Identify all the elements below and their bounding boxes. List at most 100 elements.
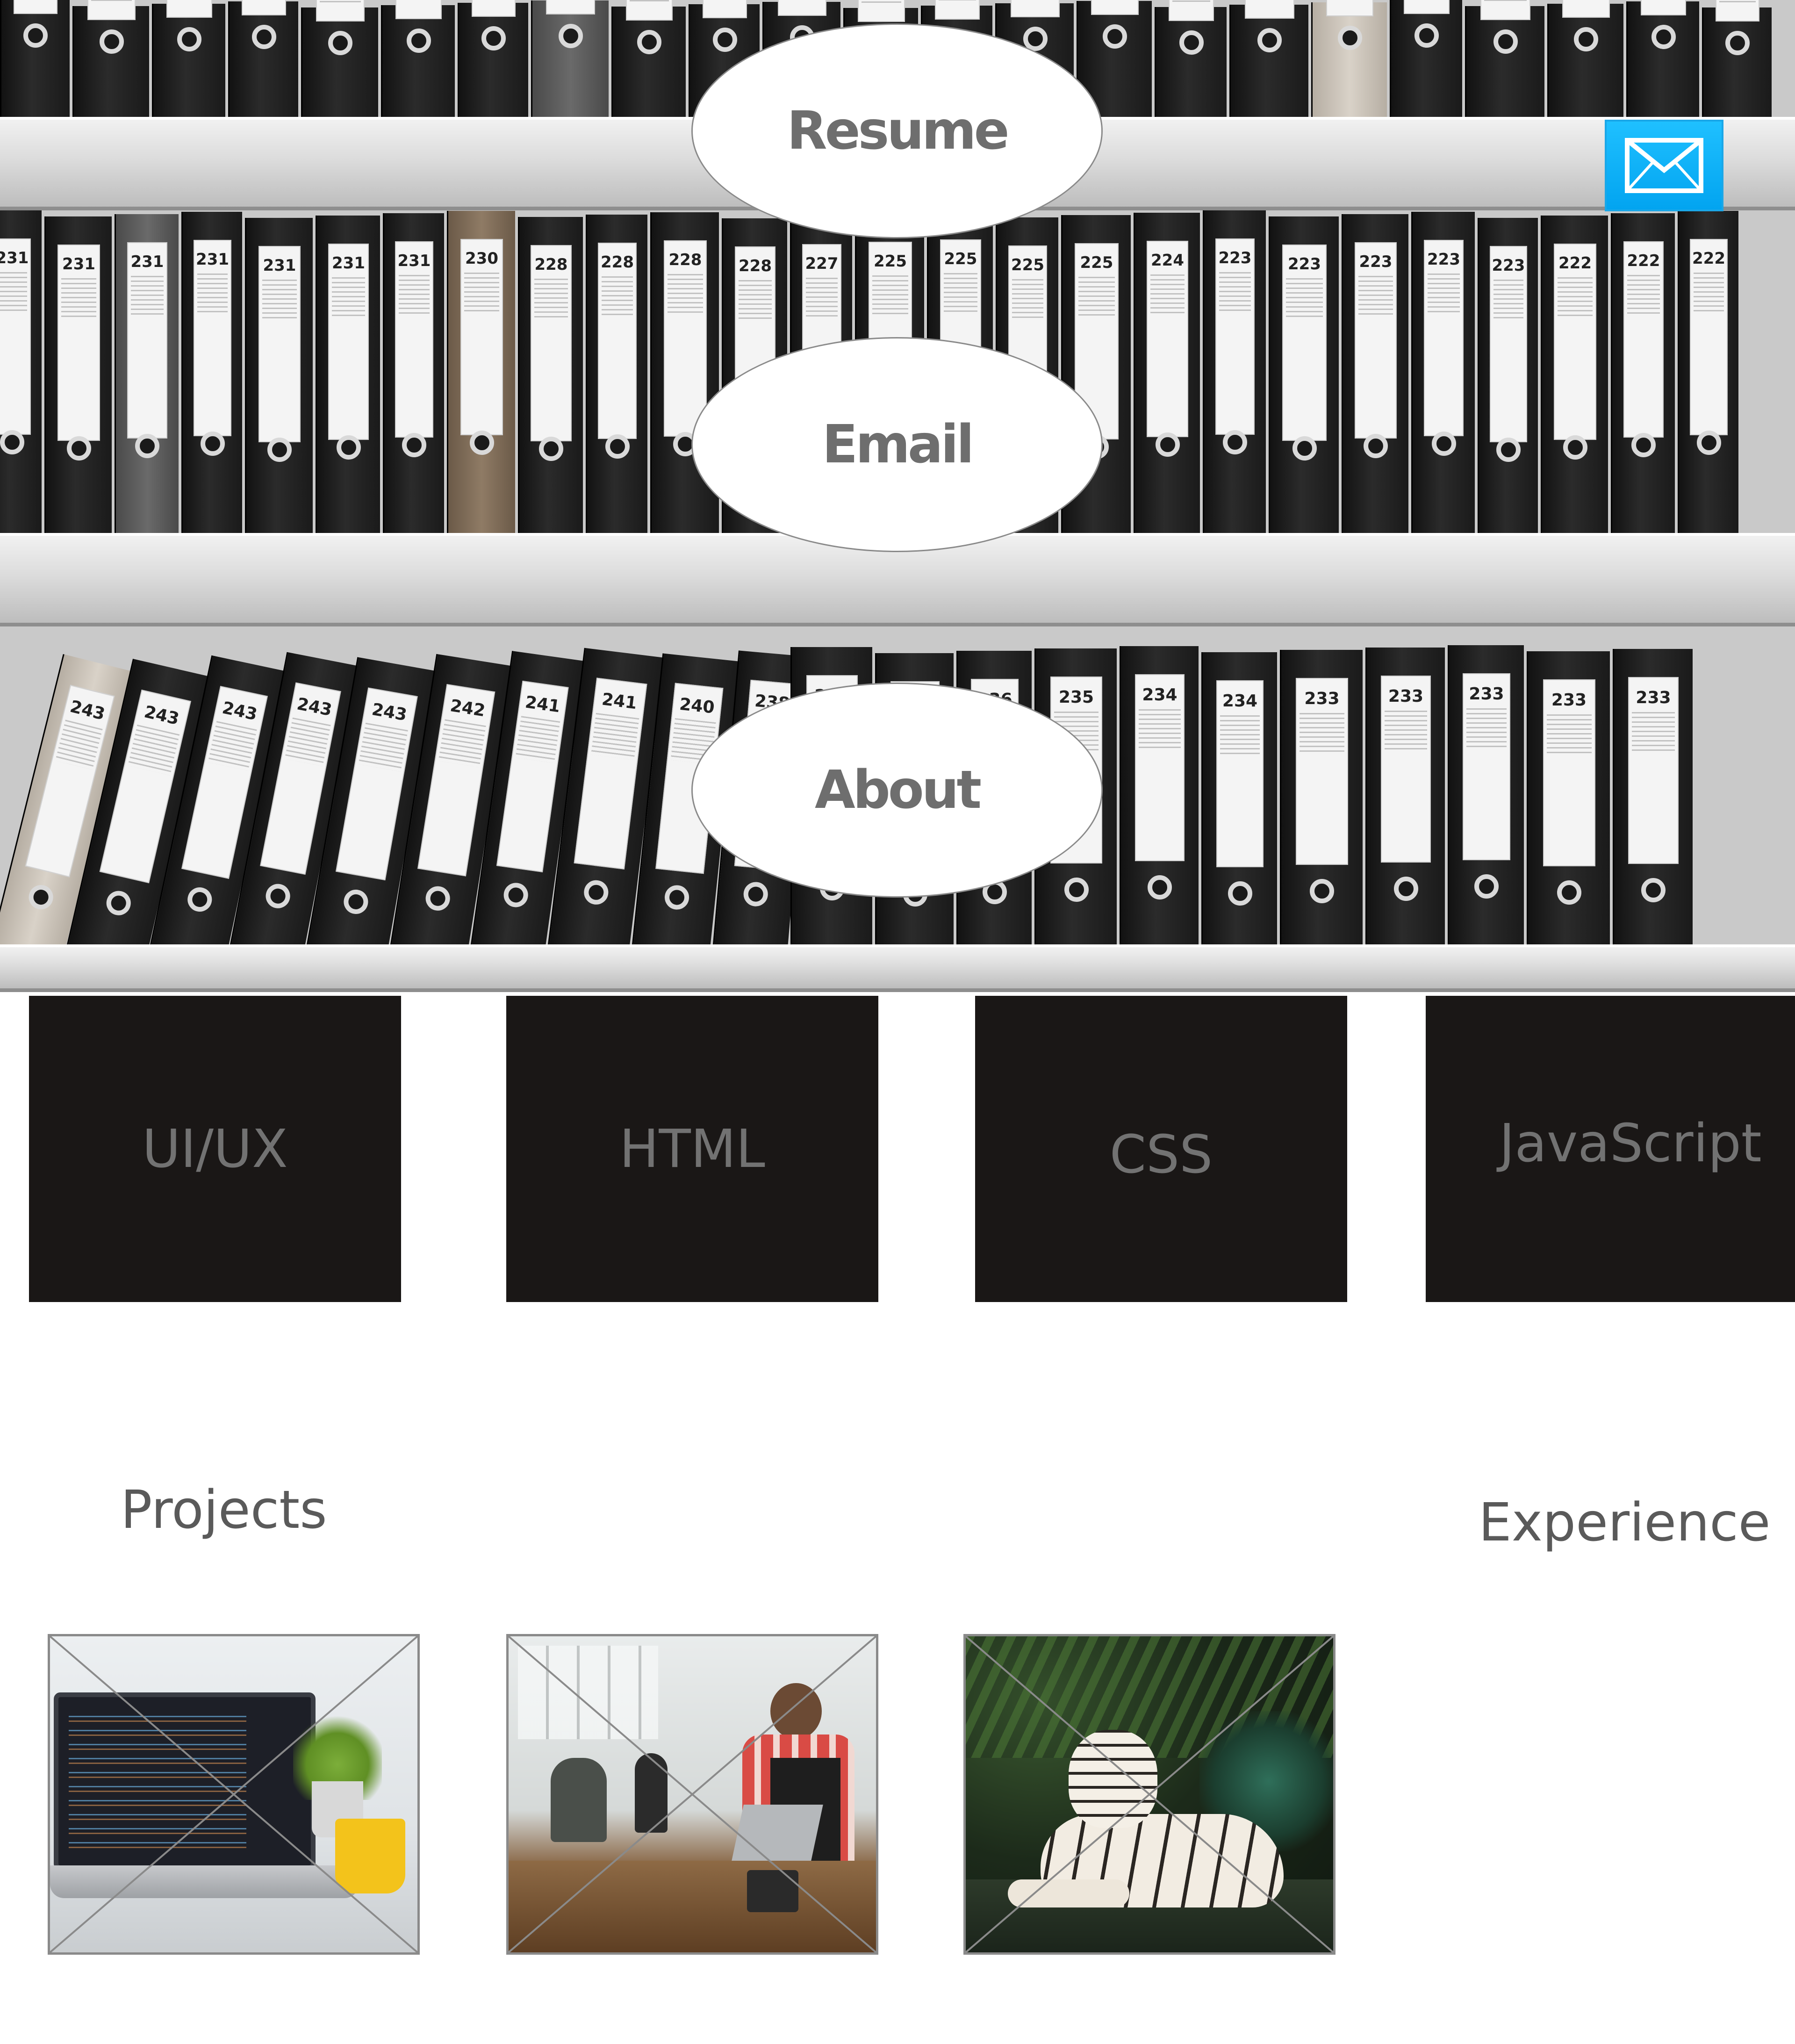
binder-spine — [611, 0, 686, 117]
binder-ring — [663, 884, 690, 911]
about-nav-label: About — [814, 760, 982, 820]
binder-label — [858, 0, 905, 22]
binder-spine: 233 — [1613, 649, 1693, 944]
binder-ring — [424, 884, 452, 913]
binder-ring — [200, 432, 225, 456]
binder-label: 231 — [328, 244, 369, 440]
binder-label: 222 — [1689, 239, 1728, 435]
envelope-icon — [1625, 138, 1703, 193]
binder-ring — [263, 882, 292, 911]
skill-label: UI/UX — [142, 1118, 288, 1180]
binder-label — [1091, 0, 1139, 15]
binder-label: 230 — [460, 239, 503, 435]
project-card-tiger[interactable] — [963, 1634, 1335, 1955]
binder-label: 234 — [1134, 674, 1185, 861]
binder-spine: 223 — [1411, 212, 1475, 533]
binder-label — [395, 0, 442, 19]
binder-ring — [558, 24, 583, 48]
binder-ring — [1563, 435, 1587, 460]
binder-spine: 224 — [1134, 213, 1200, 533]
binder-ring — [342, 887, 370, 916]
binder-spine: 231 — [383, 213, 444, 533]
binder-spine: 228 — [586, 215, 647, 533]
binder-spine — [531, 0, 609, 117]
binder-label: 231 — [57, 245, 100, 441]
binder-ring — [1725, 31, 1750, 55]
project-card-cafe[interactable] — [506, 1634, 878, 1955]
binder-spine: 234 — [1120, 646, 1199, 944]
binder-label: 228 — [598, 243, 637, 439]
binder-spine: 231 — [44, 216, 112, 533]
binder-ring — [502, 881, 530, 909]
about-nav-button[interactable]: About — [691, 683, 1103, 898]
binder-label: 222 — [1623, 241, 1664, 438]
binder-ring — [1574, 27, 1598, 51]
binder-label: 233 — [1381, 676, 1431, 863]
binder-ring — [1496, 438, 1521, 462]
binder-label — [1480, 0, 1530, 20]
binder-spine — [228, 0, 298, 117]
binder-ring — [1310, 879, 1334, 903]
binder-spine — [1626, 0, 1699, 117]
binder-label: 223 — [1355, 242, 1397, 439]
binder-ring — [406, 29, 431, 53]
binder-spine: 231 — [0, 210, 42, 533]
binder-spine — [1702, 0, 1772, 117]
binder-label — [166, 0, 213, 18]
binder-spine: 233 — [1448, 645, 1524, 944]
binder-spine: 222 — [1678, 211, 1738, 533]
binder-label: 233 — [1462, 673, 1511, 860]
binder-spine: 231 — [245, 218, 313, 533]
skill-tile-html[interactable]: HTML — [506, 996, 878, 1302]
binder-ring — [539, 437, 563, 461]
skill-tile-css[interactable]: CSS — [975, 996, 1347, 1302]
binder-ring — [1364, 434, 1388, 458]
binder-ring — [1557, 880, 1581, 905]
binder-label — [546, 0, 595, 14]
skill-tile-uiux[interactable]: UI/UX — [29, 996, 401, 1302]
mail-button[interactable] — [1605, 120, 1723, 211]
binder-ring — [605, 434, 630, 459]
binder-label — [471, 0, 516, 17]
project-card-laptop[interactable] — [48, 1634, 420, 1955]
binder-ring — [1155, 432, 1180, 457]
binder-spine — [301, 0, 378, 117]
binder-label: 231 — [395, 241, 433, 438]
binder-ring — [267, 438, 292, 462]
binder-ring — [1257, 28, 1282, 52]
binder-spine: 233 — [1365, 648, 1445, 944]
skill-tile-javascript[interactable]: JavaScript — [1426, 996, 1795, 1302]
binder-ring — [99, 29, 124, 54]
binder-label: 223 — [1489, 246, 1528, 442]
skill-label: JavaScript — [1499, 1113, 1762, 1174]
experience-heading[interactable]: Experience — [1479, 1492, 1771, 1553]
binder-spine — [1390, 0, 1462, 117]
binder-ring — [712, 28, 737, 52]
resume-nav-button[interactable]: Resume — [691, 23, 1103, 238]
email-nav-button[interactable]: Email — [691, 337, 1103, 552]
skill-label: HTML — [619, 1118, 765, 1180]
binder-spine: 233 — [1527, 651, 1610, 944]
binder-label: 222 — [1554, 244, 1596, 440]
binder-ring — [1631, 433, 1656, 457]
projects-heading[interactable]: Projects — [121, 1480, 327, 1540]
binder-ring — [104, 888, 133, 918]
binder-ring — [582, 878, 610, 906]
binder-ring — [328, 31, 352, 55]
binder-ring — [402, 433, 426, 457]
binder-label: 234 — [1216, 680, 1264, 867]
binder-label — [1716, 0, 1759, 22]
binder-ring — [1696, 431, 1721, 455]
binder-spine — [152, 0, 225, 117]
binder-label: 231 — [127, 242, 167, 439]
binder-label — [1244, 0, 1295, 19]
binder-spine: 231 — [316, 216, 380, 533]
binder-label — [1010, 0, 1060, 17]
resume-nav-label: Resume — [787, 101, 1009, 161]
binder-ring — [1651, 25, 1676, 49]
binder-label: 241 — [496, 680, 569, 872]
binder-label — [316, 0, 365, 22]
binder-ring — [1393, 877, 1418, 901]
shelf-board — [0, 944, 1795, 992]
binder-ring — [251, 25, 276, 49]
